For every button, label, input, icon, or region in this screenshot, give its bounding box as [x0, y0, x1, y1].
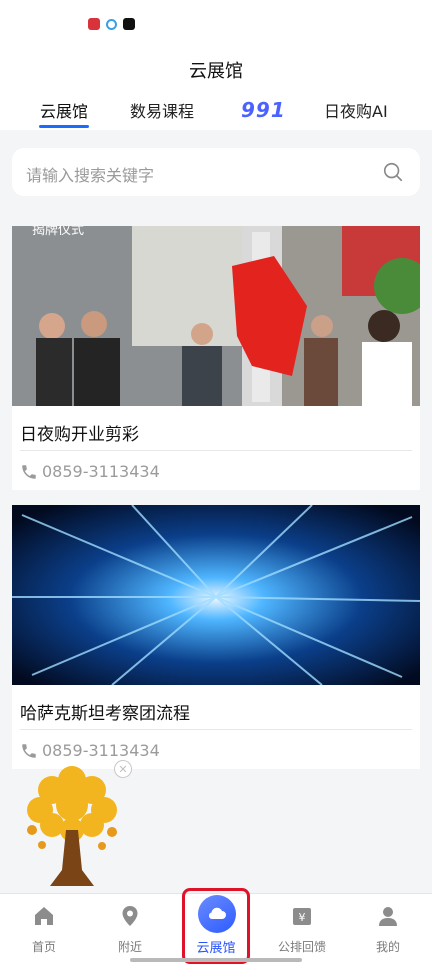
exhibit-thumbnail[interactable]: 揭牌仪式: [12, 226, 420, 406]
status-bar: [0, 0, 432, 50]
exhibit-title[interactable]: 哈萨克斯坦考察团流程: [20, 699, 190, 724]
location-pin-icon: [122, 906, 138, 926]
phone-icon: [22, 743, 36, 758]
svg-text:¥: ¥: [299, 911, 306, 924]
ribbon-cutting-photo: 揭牌仪式: [12, 226, 420, 406]
tab-riyegou-ai[interactable]: 日夜购AI: [324, 100, 388, 128]
nav-yunzhanguan-highlight[interactable]: 云展馆: [182, 888, 250, 964]
light-speed-photo: [12, 505, 420, 685]
nav-gongpai-huikui[interactable]: ¥ 公排回馈: [266, 904, 338, 955]
cloud-icon: [198, 895, 236, 933]
search-bar[interactable]: 请输入搜索关键字: [12, 148, 420, 196]
exhibit-thumbnail[interactable]: [12, 505, 420, 685]
phone-row[interactable]: 0859-3113434: [20, 462, 160, 481]
nav-label: 首页: [31, 940, 56, 954]
title-bar: 云展馆: [0, 50, 432, 98]
phone-row[interactable]: 0859-3113434: [20, 741, 160, 760]
nav-home[interactable]: 首页: [8, 904, 80, 955]
phone-number[interactable]: 0859-3113434: [42, 741, 160, 760]
image-caption: 揭牌仪式: [32, 226, 84, 238]
exhibit-card[interactable]: 哈萨克斯坦考察团流程 0859-3113434: [12, 505, 420, 769]
tab-shuyi-course[interactable]: 数易课程: [130, 100, 194, 128]
status-icons: [88, 18, 135, 30]
money-tree-icon: [27, 766, 117, 886]
close-ad-icon[interactable]: ✕: [114, 760, 132, 778]
nav-label: 云展馆: [196, 941, 236, 956]
top-tabs: 云展馆 数易课程 991 日夜购AI: [0, 98, 432, 130]
nav-label: 附近: [117, 940, 142, 954]
home-indicator[interactable]: [130, 958, 302, 962]
page-title: 云展馆: [189, 61, 243, 82]
nav-mine[interactable]: 我的: [352, 904, 424, 955]
tab-yunzhanguan[interactable]: 云展馆: [40, 100, 88, 128]
divider: [20, 450, 412, 451]
tab-991[interactable]: 991: [241, 98, 286, 126]
bottom-nav: 首页 附近 云展馆 ¥ 公排回馈 我的: [0, 888, 432, 964]
nav-label: 我的: [375, 940, 400, 954]
money-tree-floating-ad[interactable]: [12, 760, 132, 890]
search-icon[interactable]: [382, 161, 404, 183]
exhibit-card[interactable]: 揭牌仪式 日夜购开业剪彩 0859-3113434: [12, 226, 420, 490]
search-input[interactable]: 请输入搜索关键字: [26, 162, 154, 186]
phone-icon: [22, 464, 36, 479]
nav-nearby[interactable]: 附近: [94, 904, 166, 955]
home-icon: [35, 907, 53, 925]
tiktok-notification-icon: [123, 18, 135, 30]
phone-number[interactable]: 0859-3113434: [42, 462, 160, 481]
browser-notification-icon: [106, 18, 117, 30]
exhibit-title[interactable]: 日夜购开业剪彩: [20, 420, 139, 445]
nav-label: 公排回馈: [277, 940, 326, 954]
yen-wallet-icon: ¥: [293, 908, 311, 925]
user-icon: [379, 907, 397, 926]
app-notification-icon: [88, 18, 100, 30]
divider: [20, 729, 412, 730]
